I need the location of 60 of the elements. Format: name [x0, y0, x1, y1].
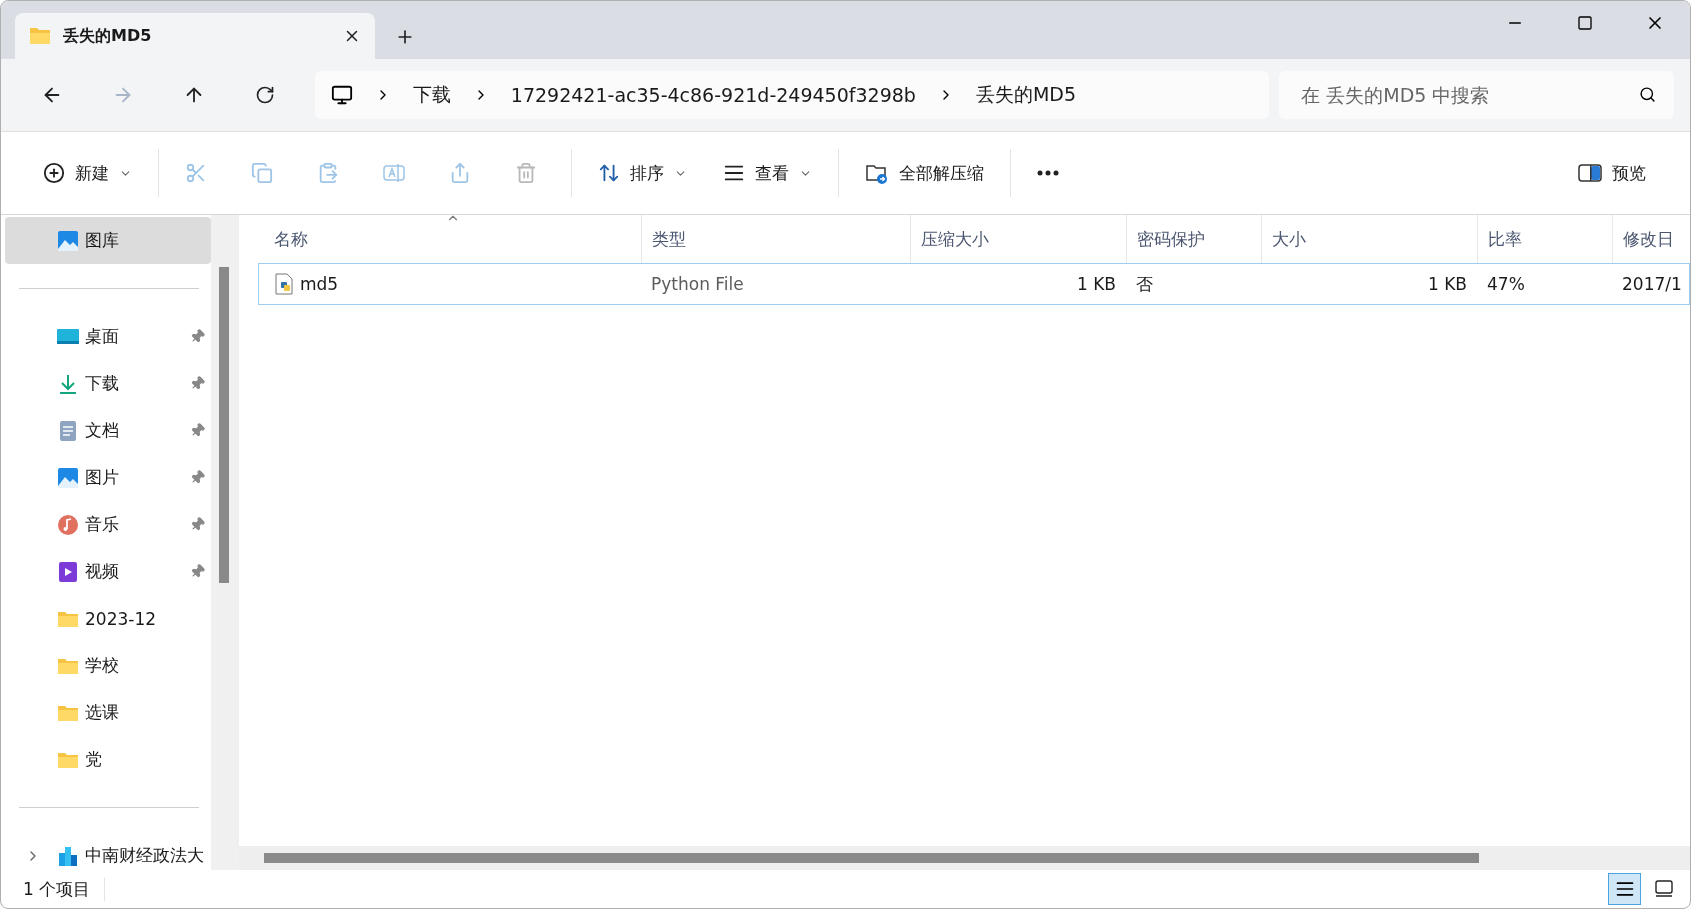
- document-icon: [57, 419, 79, 442]
- table-cell-text: 1 KB: [1426, 274, 1468, 294]
- monitor-icon: [330, 84, 353, 106]
- sidebar-item[interactable]: 视频: [5, 548, 211, 595]
- sidebar-item[interactable]: 选课: [5, 689, 211, 736]
- sidebar-item[interactable]: 图库: [5, 217, 211, 264]
- extract-button[interactable]: 全部解压缩: [853, 151, 996, 195]
- preview-pane-icon: [1578, 163, 1602, 183]
- cut-icon: [185, 162, 207, 184]
- pictures-icon: [57, 466, 79, 489]
- sort-icon: [598, 162, 620, 184]
- folder-icon: [29, 26, 51, 46]
- sidebar-item[interactable]: 音乐: [5, 501, 211, 548]
- scrollbar-thumb[interactable]: [264, 853, 1479, 863]
- item-count: 1 个项目: [23, 877, 106, 901]
- sidebar-item[interactable]: 中南财经政法大: [5, 832, 211, 870]
- search-field[interactable]: 在 丢失的MD5 中搜索: [1279, 71, 1674, 119]
- paste-icon: [317, 162, 339, 184]
- sidebar-item[interactable]: 下载: [5, 360, 211, 407]
- new-button[interactable]: 新建: [31, 151, 144, 195]
- sidebar-item[interactable]: 学校: [5, 642, 211, 689]
- video-icon: [57, 560, 79, 583]
- delete-icon: [515, 162, 537, 184]
- rename-icon: [383, 162, 405, 184]
- scrollbar-thumb[interactable]: [219, 267, 229, 583]
- sidebar-item[interactable]: 文档: [5, 407, 211, 454]
- breadcrumb-item[interactable]: 丢失的MD5: [975, 82, 1076, 108]
- python-file-icon: [274, 273, 294, 295]
- tab[interactable]: 丢失的MD5: [15, 13, 375, 59]
- details-view-button[interactable]: [1608, 873, 1641, 905]
- column-header[interactable]: 名称: [264, 215, 641, 263]
- file-row[interactable]: md5 Python File 1 KB 否 1 KB 47% 2017/1: [258, 263, 1690, 305]
- more-icon: [1037, 170, 1059, 176]
- table-cell-text: 1 KB: [1075, 274, 1117, 294]
- share-icon: [449, 162, 471, 184]
- new-icon: [43, 162, 65, 184]
- sidebar-item[interactable]: 党: [5, 736, 211, 783]
- sort-button[interactable]: 排序: [586, 151, 699, 195]
- table-cell-text: 否: [1135, 272, 1154, 296]
- breadcrumb-item[interactable]: 下载: [412, 82, 451, 108]
- refresh-icon[interactable]: [255, 85, 276, 105]
- gallery-icon: [57, 229, 79, 252]
- preview-button[interactable]: 预览: [1566, 151, 1658, 195]
- table-cell-text: 47%: [1486, 274, 1526, 294]
- table-cell-text: 2017/1: [1621, 274, 1683, 294]
- sidebar-item[interactable]: 图片: [5, 454, 211, 501]
- view-button[interactable]: 查看: [711, 151, 824, 195]
- download-icon: [57, 372, 79, 395]
- music-icon: [57, 513, 79, 536]
- copy-icon: [251, 162, 273, 184]
- breadcrumb-item[interactable]: 17292421-ac35-4c86-921d-249450f3298b: [510, 84, 916, 106]
- search-icon: [1639, 86, 1656, 103]
- sidebar-item[interactable]: 桌面: [5, 313, 211, 360]
- tiles-icon: [1653, 879, 1674, 899]
- address-bar[interactable]: 下载 17292421-ac35-4c86-921d-249450f3298b 丢失的MD5: [314, 71, 1270, 119]
- table-cell-text: Python File: [650, 274, 745, 294]
- buildings-icon: [57, 844, 79, 867]
- details-icon: [1614, 879, 1635, 899]
- file-name: md5: [264, 273, 641, 295]
- sidebar-item[interactable]: 2023-12: [5, 595, 211, 642]
